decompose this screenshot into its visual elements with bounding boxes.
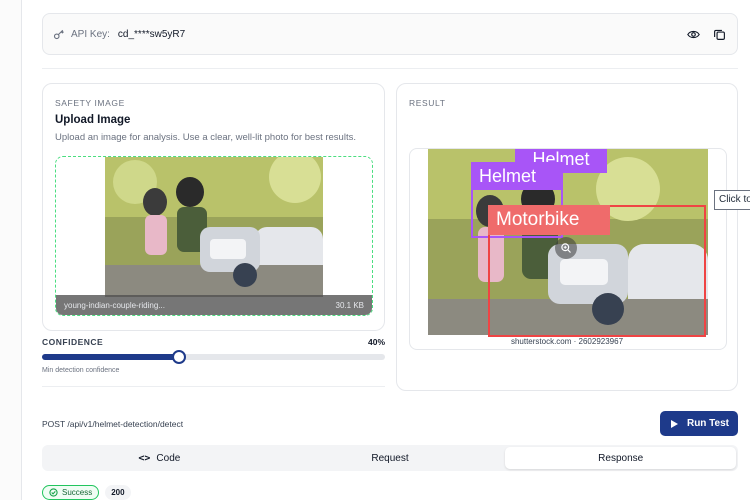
zoom-icon[interactable] <box>555 237 577 259</box>
api-key-bar: API Key: cd_****sw5yR7 <box>42 13 738 55</box>
result-label: RESULT <box>409 98 446 108</box>
code-icon: <> <box>138 452 151 464</box>
divider <box>42 386 385 387</box>
image-watermark: shutterstock.com · 2602923967 <box>510 337 624 346</box>
left-sidebar-rail <box>0 0 22 500</box>
file-name: young-indian-couple-riding... <box>64 300 165 310</box>
status-code: 200 <box>105 485 131 500</box>
endpoint-path: POST /api/v1/helmet-detection/detect <box>42 419 184 429</box>
safety-image-label: SAFETY IMAGE <box>55 98 125 108</box>
upload-title: Upload Image <box>55 114 131 126</box>
tooltip: Click to <box>714 190 750 210</box>
run-test-label: Run Test <box>686 418 730 429</box>
tab-request[interactable]: Request <box>275 447 506 469</box>
copy-icon[interactable] <box>711 26 727 42</box>
upload-panel: SAFETY IMAGE Upload Image Upload an imag… <box>42 83 385 391</box>
play-icon <box>670 419 678 428</box>
uploaded-image-preview <box>105 157 323 297</box>
tab-response[interactable]: Response <box>505 447 737 469</box>
file-size: 30.1 KB <box>335 300 364 310</box>
file-info-bar: young-indian-couple-riding... 30.1 KB <box>56 295 372 315</box>
confidence-hint: Min detection confidence <box>42 367 120 374</box>
key-icon <box>53 29 64 40</box>
response-status: Success 200 <box>42 485 131 500</box>
tab-code-label: Code <box>156 452 181 464</box>
tab-response-label: Response <box>598 452 644 464</box>
upload-description: Upload an image for analysis. Use a clea… <box>55 132 356 143</box>
status-badge: Success <box>42 485 100 500</box>
tab-code[interactable]: <> Code <box>44 447 275 469</box>
image-dropzone[interactable]: young-indian-couple-riding... 30.1 KB <box>55 156 373 316</box>
divider <box>42 68 738 69</box>
check-circle-icon <box>49 488 58 497</box>
confidence-label: CONFIDENCE <box>42 337 104 347</box>
confidence-slider[interactable] <box>42 350 385 364</box>
detection-label-helmet-2: Helmet <box>471 162 563 190</box>
slider-thumb[interactable] <box>172 350 186 364</box>
run-test-button[interactable]: Run Test <box>660 411 738 436</box>
tab-request-label: Request <box>371 452 409 464</box>
eye-icon[interactable] <box>685 26 701 42</box>
detection-label-motorbike: Motorbike <box>488 205 610 235</box>
api-key-value: cd_****sw5yR7 <box>117 28 186 40</box>
status-text: Success <box>62 488 93 497</box>
upload-card: SAFETY IMAGE Upload Image Upload an imag… <box>42 83 385 331</box>
output-tabs: <> Code Request Response <box>42 445 738 471</box>
api-key-label: API Key: <box>71 28 110 40</box>
confidence-value: 40% <box>367 337 385 347</box>
slider-fill <box>42 354 179 360</box>
